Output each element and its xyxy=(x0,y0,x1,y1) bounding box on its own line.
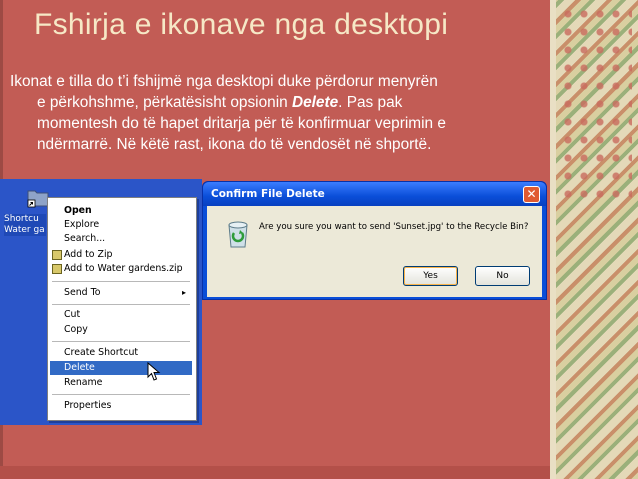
yes-button[interactable]: Yes xyxy=(403,266,458,286)
no-button[interactable]: No xyxy=(475,266,530,286)
submenu-arrow-icon: ▸ xyxy=(181,288,186,297)
slide-body-text: Ikonat e tilla do t’i fshijmë nga deskto… xyxy=(10,71,530,155)
menu-item-cut[interactable]: Cut xyxy=(50,308,192,322)
menu-separator xyxy=(52,394,190,395)
menu-separator xyxy=(52,341,190,342)
menu-separator xyxy=(52,281,190,282)
menu-item-open[interactable]: Open xyxy=(50,204,192,218)
menu-item-add-water-label: Add to Water gardens.zip xyxy=(64,263,183,274)
body-line-2-start: e përkohshme, përkatësisht opsionin xyxy=(37,94,292,111)
menu-item-add-to-zip-label: Add to Zip xyxy=(64,249,113,260)
desktop-icon-label-line2: Water ga xyxy=(4,225,45,235)
body-line-2-end: . Pas pak xyxy=(338,94,403,111)
decorative-dots xyxy=(562,8,632,198)
menu-item-add-to-zip[interactable]: Add to Zip xyxy=(50,248,192,262)
context-menu: Open Explore Search... Add to Zip Add to… xyxy=(47,197,197,421)
desktop-icon-label-line1: Shortcu xyxy=(4,214,39,224)
menu-item-open-label: Open xyxy=(64,205,92,216)
confirm-delete-dialog: Confirm File Delete ✕ Are you sure you w… xyxy=(202,181,547,300)
menu-item-search[interactable]: Search... xyxy=(50,232,192,246)
body-line-1: Ikonat e tilla do t’i fshijmë nga deskto… xyxy=(10,73,438,90)
body-line-4: ndërmarrë. Në këtë rast, ikona do të ven… xyxy=(37,136,432,153)
menu-item-properties[interactable]: Properties xyxy=(50,399,192,413)
menu-item-send-to[interactable]: Send To ▸ xyxy=(50,286,192,300)
dialog-body: Are you sure you want to send 'Sunset.jp… xyxy=(207,206,542,297)
menu-item-create-shortcut-label: Create Shortcut xyxy=(64,347,139,358)
menu-item-copy-label: Copy xyxy=(64,324,88,335)
band-divider xyxy=(550,0,556,479)
slide-bottom-bar xyxy=(0,466,550,479)
dialog-title: Confirm File Delete xyxy=(211,188,325,200)
close-icon[interactable]: ✕ xyxy=(523,186,540,203)
zip-icon xyxy=(52,264,62,274)
menu-item-properties-label: Properties xyxy=(64,400,112,411)
menu-item-create-shortcut[interactable]: Create Shortcut xyxy=(50,346,192,360)
menu-item-explore[interactable]: Explore xyxy=(50,218,192,232)
menu-item-explore-label: Explore xyxy=(64,219,100,230)
menu-item-delete-label: Delete xyxy=(64,362,95,373)
body-line-2: e përkohshme, përkatësisht opsionin Dele… xyxy=(10,92,530,113)
menu-item-cut-label: Cut xyxy=(64,309,81,320)
zip-icon xyxy=(52,250,62,260)
body-line-3: momentesh do të hapet dritarja për të ko… xyxy=(37,115,446,132)
dialog-titlebar[interactable]: Confirm File Delete ✕ xyxy=(203,182,546,206)
menu-item-copy[interactable]: Copy xyxy=(50,323,192,337)
menu-item-search-label: Search... xyxy=(64,233,106,244)
decorative-pattern-band xyxy=(550,0,638,479)
slide-title: Fshirja e ikonave nga desktopi xyxy=(34,8,449,41)
recycle-bin-icon xyxy=(228,221,248,248)
mouse-pointer-icon xyxy=(147,362,161,381)
menu-item-delete[interactable]: Delete xyxy=(50,361,192,375)
menu-item-send-to-label: Send To xyxy=(64,287,101,298)
desktop-icon-label[interactable]: Shortcu Water ga xyxy=(4,214,46,236)
menu-separator xyxy=(52,304,190,305)
menu-item-rename[interactable]: Rename xyxy=(50,376,192,390)
menu-item-add-to-water-gardens-zip[interactable]: Add to Water gardens.zip xyxy=(50,262,192,276)
delete-emphasis: Delete xyxy=(291,94,339,111)
dialog-message: Are you sure you want to send 'Sunset.jp… xyxy=(259,222,529,232)
menu-item-rename-label: Rename xyxy=(64,377,103,388)
